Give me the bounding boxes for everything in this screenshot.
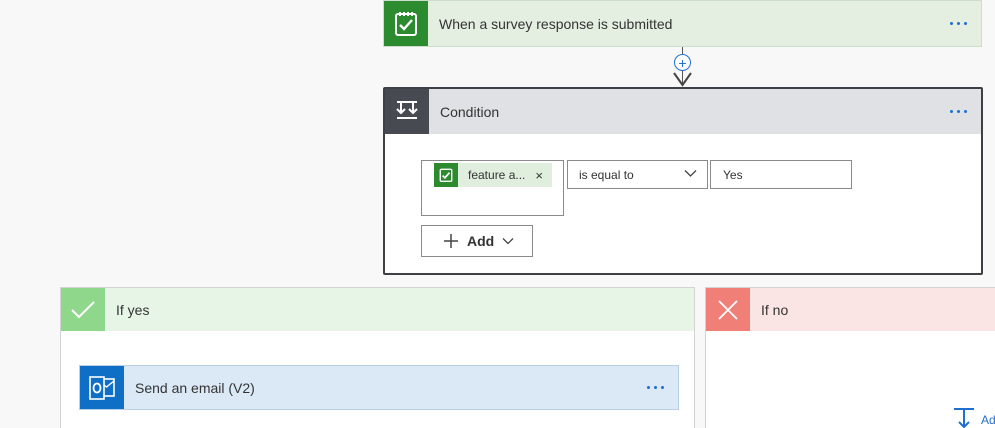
- survey-icon: [434, 163, 458, 187]
- add-row-button[interactable]: Add: [421, 225, 533, 257]
- close-icon: [706, 288, 750, 331]
- condition-more-menu-icon[interactable]: [941, 100, 975, 124]
- operator-dropdown[interactable]: is equal to: [567, 160, 708, 189]
- send-email-action-card[interactable]: Send an email (V2): [79, 365, 679, 410]
- email-more-menu-icon[interactable]: [638, 376, 672, 400]
- trigger-card[interactable]: When a survey response is submitted: [383, 0, 982, 47]
- send-email-title: Send an email (V2): [135, 379, 255, 396]
- token-label: feature a...: [468, 168, 526, 182]
- add-action-button[interactable]: Ad: [953, 407, 995, 428]
- if-no-branch: If no: [705, 287, 995, 428]
- condition-left-operand-field[interactable]: feature a... ×: [421, 160, 564, 216]
- add-label: Add: [467, 233, 495, 249]
- plus-icon: [444, 234, 458, 248]
- connector-arrow-icon: [673, 72, 692, 87]
- condition-header[interactable]: Condition: [385, 89, 981, 134]
- condition-icon: [385, 89, 429, 134]
- add-action-label: Ad: [981, 413, 995, 427]
- condition-value-field[interactable]: Yes: [710, 160, 852, 189]
- if-yes-title: If yes: [116, 301, 150, 318]
- condition-title: Condition: [440, 103, 500, 120]
- if-yes-header[interactable]: If yes: [61, 288, 694, 331]
- if-no-title: If no: [761, 301, 789, 318]
- condition-body: feature a... × is equal to Yes Add: [385, 134, 981, 275]
- condition-card[interactable]: Condition feature a... × is equal to Yes…: [383, 87, 983, 275]
- survey-icon: [384, 1, 428, 46]
- operator-value: is equal to: [579, 167, 634, 182]
- plus-icon[interactable]: +: [674, 54, 691, 71]
- checkmark-icon: [61, 288, 105, 331]
- trigger-more-menu-icon[interactable]: [941, 12, 975, 36]
- if-yes-branch: If yes Send an email (V2): [60, 287, 695, 428]
- if-no-header[interactable]: If no: [706, 288, 995, 331]
- chevron-down-icon: [684, 170, 697, 177]
- add-action-icon: [954, 408, 974, 428]
- condition-value: Yes: [723, 167, 743, 182]
- dynamic-content-token[interactable]: feature a... ×: [434, 163, 552, 187]
- remove-token-button[interactable]: ×: [535, 168, 543, 183]
- outlook-icon: [80, 366, 124, 409]
- chevron-down-icon: [502, 238, 514, 245]
- trigger-title: When a survey response is submitted: [439, 15, 673, 32]
